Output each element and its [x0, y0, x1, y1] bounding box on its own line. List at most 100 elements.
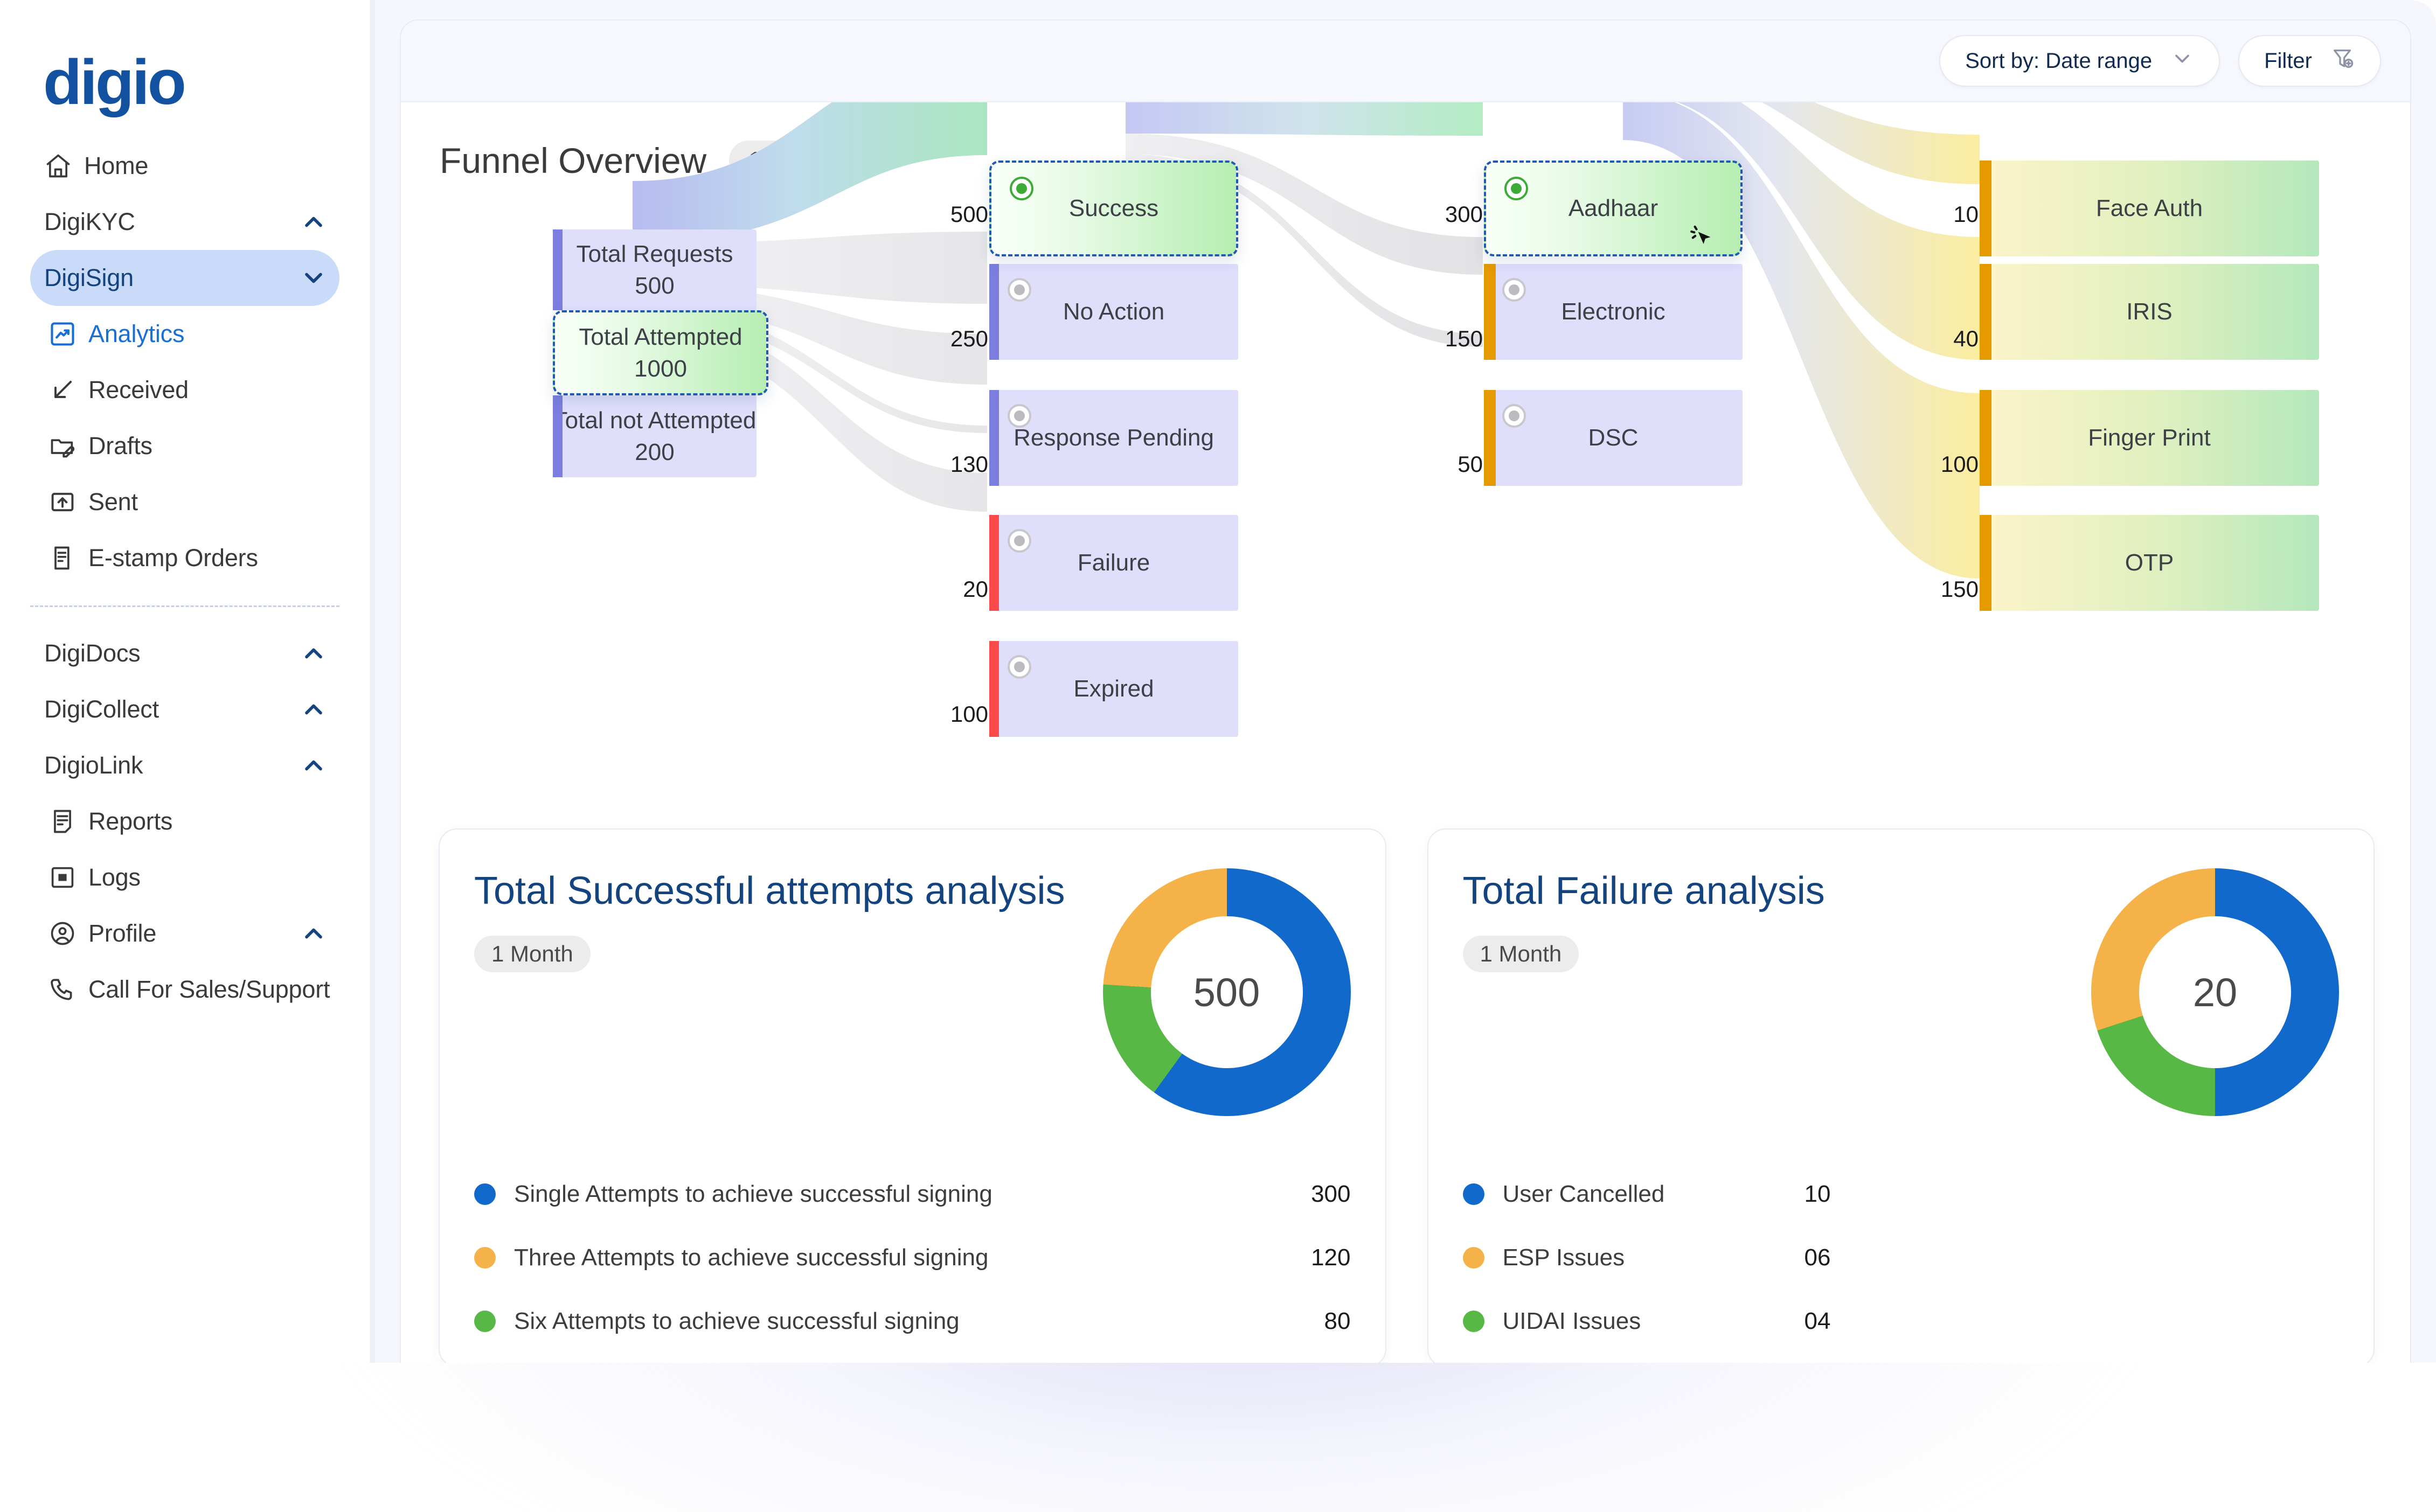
profile-user-icon — [48, 919, 88, 947]
card-period-chip[interactable]: 1 Month — [474, 935, 591, 972]
sidebar-divider — [30, 605, 339, 607]
flow-value-otp: 150 — [1940, 576, 1979, 602]
sidebar-item-label: Logs — [88, 863, 141, 891]
node-radio-icon[interactable] — [1008, 655, 1031, 679]
node-label: Finger Print — [2088, 424, 2211, 451]
estamp-receipt-icon — [48, 544, 88, 572]
legend-item[interactable]: ESP Issues 06 — [1462, 1226, 2340, 1290]
sidebar-group-digidocs[interactable]: DigiDocs — [30, 625, 339, 681]
card-header: Total Successful attempts analysis 1 Mon… — [474, 868, 1351, 1116]
funnel-node-no-action[interactable]: No Action — [989, 264, 1238, 360]
flow-value-face-auth: 10 — [1953, 201, 1979, 227]
funnel-node-electronic[interactable]: Electronic — [1484, 264, 1743, 360]
sidebar-item-logs[interactable]: Logs — [30, 849, 339, 905]
sidebar-group-profile[interactable]: Profile — [30, 905, 339, 961]
card-period-chip[interactable]: 1 Month — [1462, 935, 1579, 972]
sidebar-divider-vertical — [370, 0, 375, 1363]
funnel-node-success[interactable]: Success — [989, 161, 1238, 256]
node-radio-icon[interactable] — [1008, 529, 1031, 553]
flow-value-aadhaar: 300 — [1445, 201, 1483, 227]
node-radio-icon[interactable] — [1008, 278, 1031, 302]
flow-value-no-action: 250 — [950, 326, 988, 351]
node-radio-icon[interactable] — [1010, 177, 1033, 200]
node-label: No Action — [1063, 298, 1165, 325]
sidebar-group-digicollect[interactable]: DigiCollect — [30, 681, 339, 737]
legend-item[interactable]: UIDAI Issues 04 — [1462, 1290, 2340, 1353]
node-accent-bar — [1980, 161, 1991, 256]
sidebar-item-label: Profile — [88, 919, 157, 947]
successful-attempts-donut[interactable]: 500 — [1102, 868, 1351, 1116]
sidebar-group-label: DigiDocs — [44, 639, 141, 667]
node-accent-bar — [989, 264, 999, 360]
funnel-node-total-attempted[interactable]: Total Attempted 1000 — [553, 310, 768, 395]
legend-value: 04 — [1804, 1308, 1831, 1334]
funnel-node-otp[interactable]: OTP — [1980, 515, 2319, 611]
node-label: Failure — [1077, 549, 1150, 576]
legend-color-dot — [474, 1247, 496, 1269]
sidebar-group-digisign[interactable]: DigiSign — [30, 250, 339, 306]
legend-value: 300 — [1311, 1181, 1351, 1207]
chevron-down-icon — [2170, 46, 2194, 75]
sidebar-item-drafts[interactable]: Drafts — [30, 418, 339, 474]
funnel-node-expired[interactable]: Expired — [989, 641, 1238, 737]
node-radio-icon[interactable] — [1504, 177, 1528, 200]
successful-attempts-card: Total Successful attempts analysis 1 Mon… — [439, 828, 1386, 1363]
funnel-node-aadhaar[interactable]: Aadhaar — [1484, 161, 1743, 256]
legend-label: Six Attempts to achieve successful signi… — [514, 1308, 960, 1334]
node-accent-bar — [1484, 264, 1496, 360]
sidebar-item-received[interactable]: Received — [30, 362, 339, 418]
analytics-icon — [48, 320, 88, 348]
legend-label: ESP Issues — [1502, 1244, 1625, 1271]
logs-square-icon — [48, 863, 88, 891]
card-header: Total Failure analysis 1 Month 20 — [1462, 868, 2339, 1116]
sidebar-item-reports[interactable]: Reports — [30, 793, 339, 849]
sidebar-item-label: Analytics — [88, 320, 185, 347]
funnel-node-face-auth[interactable]: Face Auth — [1980, 161, 2319, 256]
node-label: Response Pending — [1014, 424, 1214, 451]
sidebar-item-home[interactable]: Home — [30, 138, 339, 194]
filter-label: Filter — [2264, 48, 2312, 73]
flow-value-failure: 20 — [963, 576, 988, 602]
funnel-node-finger-print[interactable]: Finger Print — [1980, 390, 2319, 486]
legend-item[interactable]: Six Attempts to achieve successful signi… — [474, 1290, 1351, 1353]
main-area: Sort by: Date range Filter Funnel Overvi… — [375, 0, 2436, 1363]
node-value: 500 — [635, 273, 675, 299]
sidebar-item-label: Home — [84, 152, 149, 179]
sidebar-group-digiolink[interactable]: DigioLink — [30, 737, 339, 793]
chevron-up-icon — [300, 751, 328, 779]
node-radio-icon[interactable] — [1502, 278, 1526, 302]
funnel-node-iris[interactable]: IRIS — [1980, 264, 2319, 360]
sidebar-group-digikyc[interactable]: DigiKYC — [30, 194, 339, 250]
funnel-node-failure[interactable]: Failure — [989, 515, 1238, 611]
legend-item[interactable]: User Cancelled 10 — [1462, 1162, 2340, 1226]
failure-analysis-donut[interactable]: 20 — [2091, 868, 2339, 1116]
legend-value: 120 — [1311, 1244, 1351, 1271]
node-accent-bar — [989, 515, 999, 611]
report-document-icon — [48, 807, 88, 835]
sidebar-item-call-for-sales-support[interactable]: Call For Sales/Support — [30, 961, 339, 1018]
funnel-node-total-requests[interactable]: Total Requests 500 — [553, 229, 757, 310]
legend-color-dot — [1462, 1183, 1484, 1205]
app-window: digio Home DigiKYC DigiSign Analytics Re… — [0, 0, 2436, 1363]
card-title: Total Failure analysis — [1462, 869, 1825, 912]
legend-label: Single Attempts to achieve successful si… — [514, 1181, 993, 1207]
sort-by-date-range-button[interactable]: Sort by: Date range — [1939, 35, 2220, 87]
node-label: DSC — [1588, 424, 1639, 451]
brand-logo[interactable]: digio — [43, 51, 370, 114]
node-accent-bar — [1980, 515, 1991, 611]
funnel-node-dsc[interactable]: DSC — [1484, 390, 1743, 486]
funnel-node-total-not-attempted[interactable]: Total not Attempted 200 — [553, 395, 757, 477]
legend-item[interactable]: Three Attempts to achieve successful sig… — [474, 1226, 1351, 1290]
sidebar-item-sent[interactable]: Sent — [30, 474, 339, 530]
sidebar-item-estamp-orders[interactable]: E-stamp Orders — [30, 530, 339, 586]
sidebar-item-analytics[interactable]: Analytics — [30, 306, 339, 362]
node-accent-bar — [553, 229, 563, 310]
funnel-node-response-pending[interactable]: Response Pending — [989, 390, 1238, 486]
node-accent-bar — [555, 312, 565, 393]
legend-item[interactable]: Single Attempts to achieve successful si… — [474, 1162, 1351, 1226]
filter-button[interactable]: Filter — [2238, 35, 2381, 87]
node-radio-icon[interactable] — [1502, 404, 1526, 428]
drafts-folder-icon — [48, 432, 88, 460]
node-radio-icon[interactable] — [1008, 404, 1031, 428]
legend-label: Three Attempts to achieve successful sig… — [514, 1244, 989, 1271]
